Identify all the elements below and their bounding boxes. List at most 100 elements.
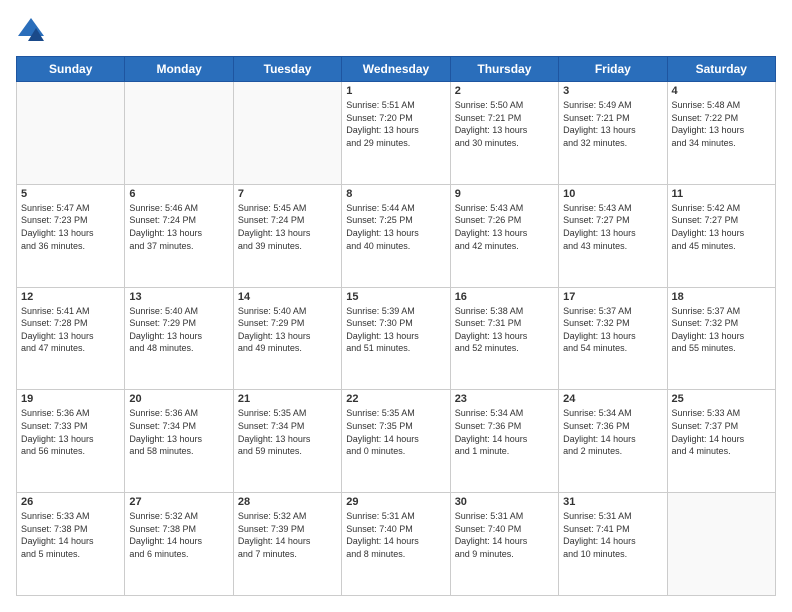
day-number: 7 [238, 188, 337, 200]
day-number: 27 [129, 496, 228, 508]
cell-info: Sunrise: 5:31 AM Sunset: 7:40 PM Dayligh… [346, 510, 445, 560]
day-number: 24 [563, 393, 662, 405]
cell-info: Sunrise: 5:35 AM Sunset: 7:35 PM Dayligh… [346, 407, 445, 457]
day-number: 30 [455, 496, 554, 508]
day-number: 1 [346, 85, 445, 97]
calendar-cell: 11 Sunrise: 5:42 AM Sunset: 7:27 PM Dayli… [667, 184, 775, 287]
calendar-cell: 20 Sunrise: 5:36 AM Sunset: 7:34 PM Dayli… [125, 390, 233, 493]
logo [16, 16, 50, 46]
calendar-cell: 19 Sunrise: 5:36 AM Sunset: 7:33 PM Dayli… [17, 390, 125, 493]
cell-info: Sunrise: 5:41 AM Sunset: 7:28 PM Dayligh… [21, 305, 120, 355]
day-number: 3 [563, 85, 662, 97]
calendar-cell: 7 Sunrise: 5:45 AM Sunset: 7:24 PM Daylig… [233, 184, 341, 287]
cell-info: Sunrise: 5:34 AM Sunset: 7:36 PM Dayligh… [455, 407, 554, 457]
calendar-cell: 23 Sunrise: 5:34 AM Sunset: 7:36 PM Dayli… [450, 390, 558, 493]
week-row-1: 1Sunrise: 5:51 AM Sunset: 7:20 PM Daylig… [17, 82, 776, 185]
calendar-cell: 4Sunrise: 5:48 AM Sunset: 7:22 PM Daylig… [667, 82, 775, 185]
calendar-cell: 12 Sunrise: 5:41 AM Sunset: 7:28 PM Dayli… [17, 287, 125, 390]
week-row-4: 19 Sunrise: 5:36 AM Sunset: 7:33 PM Dayli… [17, 390, 776, 493]
cell-info: Sunrise: 5:45 AM Sunset: 7:24 PM Dayligh… [238, 202, 337, 252]
cell-info: Sunrise: 5:37 AM Sunset: 7:32 PM Dayligh… [672, 305, 771, 355]
calendar-cell: 6Sunrise: 5:46 AM Sunset: 7:24 PM Daylig… [125, 184, 233, 287]
day-number: 11 [672, 188, 771, 200]
calendar-cell: 9 Sunrise: 5:43 AM Sunset: 7:26 PM Daylig… [450, 184, 558, 287]
calendar-cell [667, 493, 775, 596]
cell-info: Sunrise: 5:31 AM Sunset: 7:40 PM Dayligh… [455, 510, 554, 560]
cell-info: Sunrise: 5:32 AM Sunset: 7:38 PM Dayligh… [129, 510, 228, 560]
day-number: 18 [672, 291, 771, 303]
calendar-cell [17, 82, 125, 185]
calendar-cell: 24Sunrise: 5:34 AM Sunset: 7:36 PM Dayli… [559, 390, 667, 493]
calendar-cell: 10 Sunrise: 5:43 AM Sunset: 7:27 PM Dayli… [559, 184, 667, 287]
day-number: 2 [455, 85, 554, 97]
day-number: 25 [672, 393, 771, 405]
calendar-cell: 21Sunrise: 5:35 AM Sunset: 7:34 PM Dayli… [233, 390, 341, 493]
day-number: 23 [455, 393, 554, 405]
day-number: 14 [238, 291, 337, 303]
cell-info: Sunrise: 5:43 AM Sunset: 7:26 PM Dayligh… [455, 202, 554, 252]
logo-icon [16, 16, 46, 46]
day-number: 16 [455, 291, 554, 303]
day-number: 28 [238, 496, 337, 508]
cell-info: Sunrise: 5:43 AM Sunset: 7:27 PM Dayligh… [563, 202, 662, 252]
weekday-header-tuesday: Tuesday [233, 57, 341, 82]
day-number: 19 [21, 393, 120, 405]
day-number: 26 [21, 496, 120, 508]
calendar-cell: 2 Sunrise: 5:50 AM Sunset: 7:21 PM Daylig… [450, 82, 558, 185]
calendar-cell: 25Sunrise: 5:33 AM Sunset: 7:37 PM Dayli… [667, 390, 775, 493]
calendar-table: SundayMondayTuesdayWednesdayThursdayFrid… [16, 56, 776, 596]
calendar-cell: 13Sunrise: 5:40 AM Sunset: 7:29 PM Dayli… [125, 287, 233, 390]
day-number: 29 [346, 496, 445, 508]
weekday-header-saturday: Saturday [667, 57, 775, 82]
weekday-header-thursday: Thursday [450, 57, 558, 82]
day-number: 10 [563, 188, 662, 200]
cell-info: Sunrise: 5:44 AM Sunset: 7:25 PM Dayligh… [346, 202, 445, 252]
week-row-3: 12 Sunrise: 5:41 AM Sunset: 7:28 PM Dayli… [17, 287, 776, 390]
calendar-cell: 18 Sunrise: 5:37 AM Sunset: 7:32 PM Dayli… [667, 287, 775, 390]
week-row-2: 5 Sunrise: 5:47 AM Sunset: 7:23 PM Daylig… [17, 184, 776, 287]
calendar-cell: 15Sunrise: 5:39 AM Sunset: 7:30 PM Dayli… [342, 287, 450, 390]
weekday-header-wednesday: Wednesday [342, 57, 450, 82]
day-number: 22 [346, 393, 445, 405]
cell-info: Sunrise: 5:31 AM Sunset: 7:41 PM Dayligh… [563, 510, 662, 560]
cell-info: Sunrise: 5:40 AM Sunset: 7:29 PM Dayligh… [129, 305, 228, 355]
cell-info: Sunrise: 5:36 AM Sunset: 7:33 PM Dayligh… [21, 407, 120, 457]
calendar-cell: 28 Sunrise: 5:32 AM Sunset: 7:39 PM Dayli… [233, 493, 341, 596]
calendar-cell: 22 Sunrise: 5:35 AM Sunset: 7:35 PM Dayli… [342, 390, 450, 493]
weekday-header-row: SundayMondayTuesdayWednesdayThursdayFrid… [17, 57, 776, 82]
cell-info: Sunrise: 5:39 AM Sunset: 7:30 PM Dayligh… [346, 305, 445, 355]
cell-info: Sunrise: 5:35 AM Sunset: 7:34 PM Dayligh… [238, 407, 337, 457]
cell-info: Sunrise: 5:47 AM Sunset: 7:23 PM Dayligh… [21, 202, 120, 252]
calendar-cell: 29 Sunrise: 5:31 AM Sunset: 7:40 PM Dayli… [342, 493, 450, 596]
weekday-header-monday: Monday [125, 57, 233, 82]
cell-info: Sunrise: 5:49 AM Sunset: 7:21 PM Dayligh… [563, 99, 662, 149]
calendar-cell: 26Sunrise: 5:33 AM Sunset: 7:38 PM Dayli… [17, 493, 125, 596]
day-number: 20 [129, 393, 228, 405]
calendar-cell: 16 Sunrise: 5:38 AM Sunset: 7:31 PM Dayli… [450, 287, 558, 390]
weekday-header-friday: Friday [559, 57, 667, 82]
calendar-cell: 14 Sunrise: 5:40 AM Sunset: 7:29 PM Dayli… [233, 287, 341, 390]
cell-info: Sunrise: 5:50 AM Sunset: 7:21 PM Dayligh… [455, 99, 554, 149]
calendar-cell: 30 Sunrise: 5:31 AM Sunset: 7:40 PM Dayli… [450, 493, 558, 596]
calendar-cell [125, 82, 233, 185]
calendar-cell: 17Sunrise: 5:37 AM Sunset: 7:32 PM Dayli… [559, 287, 667, 390]
day-number: 31 [563, 496, 662, 508]
header [16, 16, 776, 46]
cell-info: Sunrise: 5:42 AM Sunset: 7:27 PM Dayligh… [672, 202, 771, 252]
day-number: 9 [455, 188, 554, 200]
cell-info: Sunrise: 5:38 AM Sunset: 7:31 PM Dayligh… [455, 305, 554, 355]
week-row-5: 26Sunrise: 5:33 AM Sunset: 7:38 PM Dayli… [17, 493, 776, 596]
cell-info: Sunrise: 5:32 AM Sunset: 7:39 PM Dayligh… [238, 510, 337, 560]
calendar-cell: 8 Sunrise: 5:44 AM Sunset: 7:25 PM Daylig… [342, 184, 450, 287]
day-number: 8 [346, 188, 445, 200]
cell-info: Sunrise: 5:36 AM Sunset: 7:34 PM Dayligh… [129, 407, 228, 457]
calendar-cell: 3 Sunrise: 5:49 AM Sunset: 7:21 PM Daylig… [559, 82, 667, 185]
day-number: 5 [21, 188, 120, 200]
calendar-cell: 27 Sunrise: 5:32 AM Sunset: 7:38 PM Dayli… [125, 493, 233, 596]
calendar-cell: 31 Sunrise: 5:31 AM Sunset: 7:41 PM Dayli… [559, 493, 667, 596]
calendar-cell: 5 Sunrise: 5:47 AM Sunset: 7:23 PM Daylig… [17, 184, 125, 287]
cell-info: Sunrise: 5:37 AM Sunset: 7:32 PM Dayligh… [563, 305, 662, 355]
cell-info: Sunrise: 5:48 AM Sunset: 7:22 PM Dayligh… [672, 99, 771, 149]
day-number: 12 [21, 291, 120, 303]
cell-info: Sunrise: 5:40 AM Sunset: 7:29 PM Dayligh… [238, 305, 337, 355]
